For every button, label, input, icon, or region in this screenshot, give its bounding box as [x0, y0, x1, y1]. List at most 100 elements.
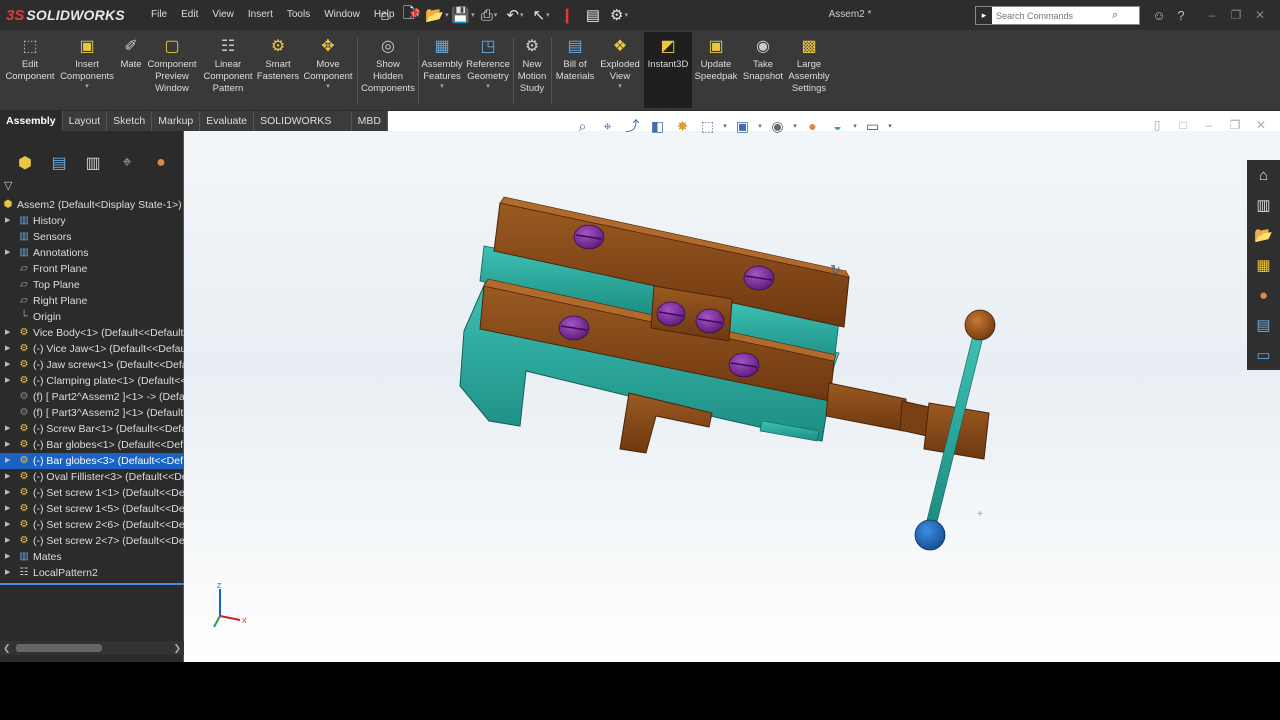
- tree-item[interactable]: ▶ ⚙ (-) Vice Jaw<1> (Default<<Default: [0, 341, 184, 357]
- scroll-left-icon[interactable]: ❮: [3, 641, 11, 655]
- horizontal-scrollbar[interactable]: ❮ ❯: [0, 641, 184, 655]
- tree-item[interactable]: ▶ ⚙ (-) Set screw 2<7> (Default<<Def: [0, 533, 184, 549]
- feature-manager-tab-icon[interactable]: ⬢: [8, 151, 42, 175]
- expand-arrow-icon[interactable]: ▶: [5, 245, 10, 261]
- save-icon[interactable]: 💾 ▾: [450, 4, 476, 26]
- tab-assembly[interactable]: Assembly: [0, 111, 63, 131]
- tree-item[interactable]: ▶ ☷ LocalPattern2: [0, 565, 184, 581]
- tree-item[interactable]: ⚙ (f) [ Part2^Assem2 ]<1> -> (Defa: [0, 389, 184, 405]
- tree-item[interactable]: ▱ Right Plane: [0, 293, 184, 309]
- update-speedpak-button[interactable]: ▣ Update Speedpak: [694, 36, 738, 108]
- tab-layout[interactable]: Layout: [63, 111, 108, 131]
- linear-pattern-button[interactable]: ☷ Linear Component Pattern: [201, 36, 255, 108]
- viewport-single-icon[interactable]: ▯: [1144, 118, 1170, 132]
- view-orientation-icon[interactable]: ⬚: [695, 118, 720, 135]
- zoom-to-fit-icon[interactable]: ⌕: [570, 118, 595, 135]
- view-settings-icon[interactable]: ▭: [860, 118, 885, 135]
- tree-item[interactable]: ▱ Front Plane: [0, 261, 184, 277]
- expand-arrow-icon[interactable]: ▶: [5, 213, 10, 229]
- expand-arrow-icon[interactable]: ▶: [5, 549, 10, 565]
- component-preview-button[interactable]: ▢ Component Preview Window: [146, 36, 198, 108]
- search-icon[interactable]: ⌕: [1112, 9, 1118, 22]
- tree-item[interactable]: ▶ ▥ Mates: [0, 549, 184, 565]
- tree-item[interactable]: └ Origin: [0, 309, 184, 325]
- tree-item[interactable]: ▶ ⚙ Vice Body<1> (Default<<Default: [0, 325, 184, 341]
- viewport-close-icon[interactable]: ✕: [1248, 118, 1274, 132]
- edit-component-button[interactable]: ⬚ Edit Component: [5, 36, 54, 108]
- tree-item[interactable]: ▱ Top Plane: [0, 277, 184, 293]
- undo-icon[interactable]: ↶ ▾: [502, 4, 528, 26]
- appearances-icon[interactable]: ●: [1247, 280, 1280, 310]
- exploded-view-button[interactable]: ❖ Exploded View ▾: [599, 36, 641, 108]
- tree-item[interactable]: ▶ ⚙ (-) Set screw 1<1> (Default<<Def: [0, 485, 184, 501]
- tab-solidworks-add-ins[interactable]: SOLIDWORKS Add-Ins: [254, 111, 352, 147]
- tree-item[interactable]: ▶ ▥ Annotations: [0, 245, 184, 261]
- open-icon[interactable]: 📂 ▾: [424, 4, 450, 26]
- chevron-down-icon[interactable]: ▾: [85, 83, 89, 91]
- tree-root[interactable]: ⬢ Assem2 (Default<Display State-1>): [0, 197, 184, 213]
- instant3d-button[interactable]: ◩ Instant3D: [644, 32, 692, 108]
- tree-item[interactable]: ▶ ▥ History: [0, 213, 184, 229]
- search-input[interactable]: [992, 10, 1112, 21]
- search-commands-box[interactable]: ▸ ⌕: [975, 6, 1140, 25]
- select-pointer-icon[interactable]: ↖ ▾: [528, 4, 554, 26]
- tree-item[interactable]: ▶ ⚙ (-) Jaw screw<1> (Default<<Defa: [0, 357, 184, 373]
- options-gear-icon[interactable]: ⚙ ▾: [606, 4, 632, 26]
- move-component-button[interactable]: ✥ Move Component ▾: [302, 36, 354, 108]
- expand-arrow-icon[interactable]: ▶: [5, 501, 10, 517]
- view-palette-icon[interactable]: ▦: [1247, 250, 1280, 280]
- assembly-features-button[interactable]: ▦ Assembly Features ▾: [420, 36, 464, 108]
- section-view-icon[interactable]: ◧: [645, 118, 670, 135]
- menu-insert[interactable]: Insert: [241, 0, 280, 30]
- tree-item[interactable]: ▶ ⚙ (-) Screw Bar<1> (Default<<Defa: [0, 421, 184, 437]
- close-icon[interactable]: ✕: [1248, 8, 1272, 22]
- expand-arrow-icon[interactable]: ▶: [5, 357, 10, 373]
- display-style-icon[interactable]: ▣: [730, 118, 755, 135]
- expand-arrow-icon[interactable]: ▶: [5, 469, 10, 485]
- expand-arrow-icon[interactable]: ▶: [5, 421, 10, 437]
- rebuild-icon[interactable]: ❙: [554, 4, 580, 26]
- screw-collar[interactable]: [899, 400, 930, 437]
- scroll-right-icon[interactable]: ❯: [173, 641, 181, 655]
- chevron-down-icon[interactable]: ▾: [790, 122, 800, 130]
- tree-item[interactable]: ▶ ⚙ (-) Oval Fillister<3> (Default<<De: [0, 469, 184, 485]
- design-library-icon[interactable]: ▥: [1247, 190, 1280, 220]
- configuration-manager-tab-icon[interactable]: ▥: [76, 151, 110, 175]
- file-explorer-icon[interactable]: 📂: [1247, 220, 1280, 250]
- chevron-down-icon[interactable]: ▾: [440, 83, 444, 91]
- expand-arrow-icon[interactable]: ▶: [5, 517, 10, 533]
- expand-arrow-icon[interactable]: ▶: [5, 325, 10, 341]
- reference-geometry-button[interactable]: ◳ Reference Geometry ▾: [465, 36, 511, 108]
- menu-view[interactable]: View: [205, 0, 241, 30]
- insert-components-button[interactable]: ▣ Insert Components ▾: [58, 36, 116, 108]
- screw-bar-shaft[interactable]: [825, 382, 907, 432]
- zoom-to-area-icon[interactable]: ⌖: [595, 118, 620, 135]
- tree-item[interactable]: ⚙ (f) [ Part3^Assem2 ]<1> (Default: [0, 405, 184, 421]
- restore-icon[interactable]: ❐: [1224, 8, 1248, 22]
- dynamic-annotation-icon[interactable]: ✸: [670, 118, 695, 135]
- chevron-down-icon[interactable]: ▾: [326, 83, 330, 91]
- chevron-down-icon[interactable]: ▾: [720, 122, 730, 130]
- help-icon[interactable]: ?: [1170, 8, 1192, 23]
- tab-mbd[interactable]: MBD: [352, 111, 388, 131]
- menu-edit[interactable]: Edit: [174, 0, 205, 30]
- tree-item[interactable]: ▥ Sensors: [0, 229, 184, 245]
- tree-item[interactable]: ▶ ⚙ (-) Set screw 1<5> (Default<<Def: [0, 501, 184, 517]
- tree-item[interactable]: ▶ ⚙ (-) Clamping plate<1> (Default<<: [0, 373, 184, 389]
- apply-scene-icon[interactable]: ◒: [825, 118, 850, 134]
- chevron-down-icon[interactable]: ▾: [850, 122, 860, 130]
- expand-arrow-icon[interactable]: ▶: [5, 453, 10, 469]
- search-scope-icon[interactable]: ▸: [976, 7, 992, 24]
- edit-appearance-icon[interactable]: ●: [800, 118, 825, 134]
- expand-arrow-icon[interactable]: ▶: [5, 485, 10, 501]
- viewport-restore-icon[interactable]: ❐: [1222, 118, 1248, 132]
- take-snapshot-button[interactable]: ◉ Take Snapshot: [742, 36, 784, 108]
- expand-arrow-icon[interactable]: ▶: [5, 565, 10, 581]
- new-document-icon[interactable]: 🗋 ▾: [398, 4, 424, 26]
- expand-arrow-icon[interactable]: ▶: [5, 373, 10, 389]
- tree-item[interactable]: ▶ ⚙ (-) Set screw 2<6> (Default<<Def: [0, 517, 184, 533]
- solidworks-resources-icon[interactable]: ⌂: [1247, 160, 1280, 190]
- smart-fasteners-button[interactable]: ⚙ Smart Fasteners: [255, 36, 301, 108]
- hide-show-items-icon[interactable]: ◉: [765, 118, 790, 135]
- mate-button[interactable]: ✐ Mate: [116, 36, 146, 108]
